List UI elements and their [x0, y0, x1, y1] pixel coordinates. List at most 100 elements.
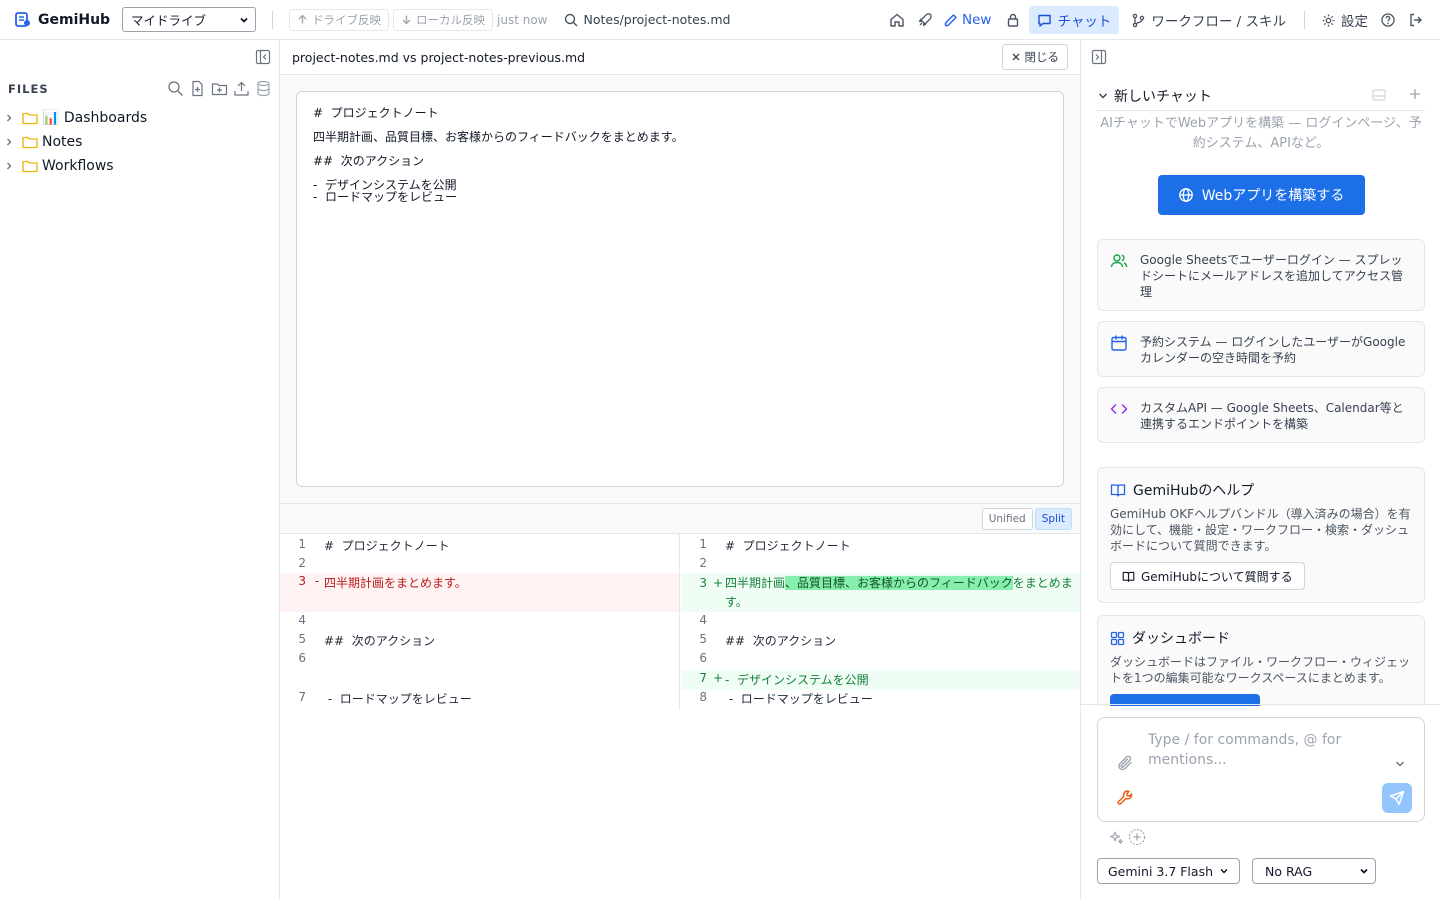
brand[interactable]: GemiHub — [14, 11, 114, 28]
chat-composer[interactable]: Type / for commands, @ for mentions... — [1097, 717, 1425, 822]
composer-extras — [1109, 828, 1146, 846]
push-to-drive-button[interactable]: ドライブ反映 — [289, 8, 389, 31]
search-icon — [564, 13, 583, 27]
diff-left-pane: 1 # プロジェクトノート 2 3- 四半期計画をまとめます。 4 5 ## 次のアク… — [280, 534, 680, 710]
diff-split-grid: 1 # プロジェクトノート 2 3- 四半期計画をまとめます。 4 5 ## 次のアク… — [280, 534, 1080, 710]
diff-row-added: 7 + - デザインシステムを公開 — [681, 670, 1080, 690]
line-number: 1 — [699, 537, 707, 551]
plus-icon[interactable] — [1408, 87, 1427, 103]
tree-folder-notes[interactable]: Notes — [4, 130, 274, 154]
diff-text: ## 次のアクション — [725, 634, 837, 648]
logout-icon[interactable] — [1402, 6, 1430, 34]
chat-header[interactable]: 新しいチャット — [1097, 84, 1427, 108]
build-webapp-button[interactable]: Webアプリを構築する — [1157, 175, 1365, 215]
close-icon — [1011, 52, 1025, 62]
diff-text: # プロジェクトノート — [324, 539, 450, 553]
pull-to-local-button[interactable]: ローカル反映 — [393, 8, 493, 31]
diff-mark: + — [712, 671, 724, 685]
diff-mark — [711, 613, 725, 631]
unified-mode-button[interactable]: Unified — [981, 508, 1033, 530]
dashboard-description: ダッシュボードはファイル・ワークフロー・ウィジェットを1つの編集可能なワークスペ… — [1110, 655, 1411, 685]
split-mode-button[interactable]: Split — [1034, 508, 1072, 530]
close-diff-button[interactable]: 閉じる — [1001, 44, 1068, 70]
dashboard-card: ダッシュボード ダッシュボードはファイル・ワークフロー・ウィジェットを1つの編集… — [1097, 615, 1425, 706]
line-number: 7 — [699, 671, 707, 685]
book-open-icon — [1122, 570, 1141, 583]
help-title-text: GemiHubのヘルプ — [1133, 483, 1255, 499]
lock-icon[interactable] — [999, 6, 1027, 34]
diff-row-deleted: 3- 四半期計画をまとめます。 — [280, 573, 679, 612]
suggestion-text: カスタムAPI — Google Sheets、Calendar等と連携するエン… — [1140, 401, 1404, 431]
diff-text — [324, 613, 679, 631]
diff-view: project-notes.md vs project-notes-previo… — [280, 40, 1080, 900]
suggestion-card[interactable]: 予約システム — ログインしたユーザーがGoogleカレンダーの空き時間を予約 — [1097, 321, 1425, 377]
diff-mark: - — [314, 574, 320, 588]
tree-folder-dashboards[interactable]: 📊 Dashboards — [4, 106, 274, 130]
new-file-button[interactable]: New — [943, 12, 991, 28]
line-number: 6 — [699, 651, 707, 665]
drive-select[interactable]: マイドライブ — [122, 7, 256, 32]
database-icon[interactable] — [255, 80, 272, 97]
diff-text: 四半期計画、品質目標、お客様からのフィードバックをまとめます。 — [725, 574, 1080, 612]
diff-row: 5 ## 次のアクション — [280, 632, 679, 651]
send-button[interactable] — [1382, 783, 1412, 813]
new-file-icon[interactable] — [189, 80, 206, 97]
tab-workflow[interactable]: ワークフロー / スキル — [1131, 10, 1286, 30]
line-number: 1 — [298, 537, 306, 551]
globe-icon — [1178, 187, 1202, 203]
editor-area: # プロジェクトノート 四半期計画、品質目標、お客様からのフィードバックをまとめ… — [280, 75, 1080, 503]
divider — [272, 10, 273, 29]
file-path-text: Notes/project-notes.md — [583, 12, 731, 27]
collapse-panel-icon[interactable] — [1091, 49, 1107, 65]
editor-line: 四半期計画、品質目標、お客様からのフィードバックをまとめます。 — [313, 130, 684, 144]
rag-select[interactable]: No RAG — [1252, 858, 1376, 884]
markdown-editor[interactable]: # プロジェクトノート 四半期計画、品質目標、お客様からのフィードバックをまとめ… — [296, 91, 1064, 487]
rocket-icon[interactable] — [911, 6, 939, 34]
files-actions — [167, 80, 272, 97]
rag-value: No RAG — [1265, 863, 1313, 879]
diff-row: 8 - ロードマップをレビュー — [681, 690, 1080, 709]
wrench-icon[interactable] — [1116, 789, 1134, 807]
diff-mark — [711, 632, 725, 651]
help-icon[interactable] — [1374, 6, 1402, 34]
line-number: 5 — [699, 632, 707, 646]
archive-icon[interactable] — [1371, 87, 1392, 103]
editor-line: ## 次のアクション — [313, 154, 425, 168]
line-number: 7 — [298, 690, 306, 704]
diff-mark — [310, 632, 324, 651]
suggestion-card[interactable]: Google Sheetsでユーザーログイン — スプレッドシートにメールアドレ… — [1097, 239, 1425, 311]
settings-button[interactable]: 設定 — [1321, 10, 1368, 30]
add-circle-icon[interactable] — [1128, 828, 1146, 846]
diff-row: 6 — [280, 651, 679, 670]
home-icon[interactable] — [883, 6, 911, 34]
new-folder-icon[interactable] — [211, 80, 228, 97]
arrow-up-icon — [297, 14, 312, 25]
diff-mark — [310, 651, 324, 670]
diff-row: 1 # プロジェクトノート — [280, 537, 679, 556]
diff-text — [725, 651, 1080, 670]
paperclip-icon[interactable] — [1116, 754, 1134, 772]
ask-help-button[interactable]: GemiHubについて質問する — [1110, 562, 1305, 590]
folder-icon — [22, 111, 38, 125]
folder-icon — [22, 135, 38, 149]
chevron-down-icon — [239, 15, 249, 25]
sync-time: just now — [497, 12, 548, 27]
diff-mode-toggle: Unified Split — [981, 508, 1072, 530]
model-select[interactable]: Gemini 3.7 Flash — [1097, 858, 1240, 884]
sparkles-icon[interactable] — [1109, 830, 1124, 845]
close-label: 閉じる — [1024, 50, 1060, 64]
build-webapp-label: Webアプリを構築する — [1201, 188, 1345, 204]
git-branch-icon — [1131, 13, 1151, 28]
diff-mark: + — [712, 576, 724, 590]
upload-icon[interactable] — [233, 80, 250, 97]
suggestion-card[interactable]: カスタムAPI — Google Sheets、Calendar等と連携するエン… — [1097, 387, 1425, 443]
diff-toolbar: Unified Split — [280, 503, 1080, 534]
chevron-down-icon[interactable] — [1394, 758, 1406, 770]
tree-folder-workflows[interactable]: Workflows — [4, 154, 274, 178]
file-path-search[interactable]: Notes/project-notes.md — [564, 12, 730, 27]
search-icon[interactable] — [167, 80, 184, 97]
collapse-sidebar-icon[interactable] — [255, 49, 271, 65]
tab-chat[interactable]: チャット — [1029, 6, 1120, 34]
diff-text: - デザインシステムを公開 — [725, 673, 869, 687]
tree-label: Workflows — [42, 158, 114, 174]
